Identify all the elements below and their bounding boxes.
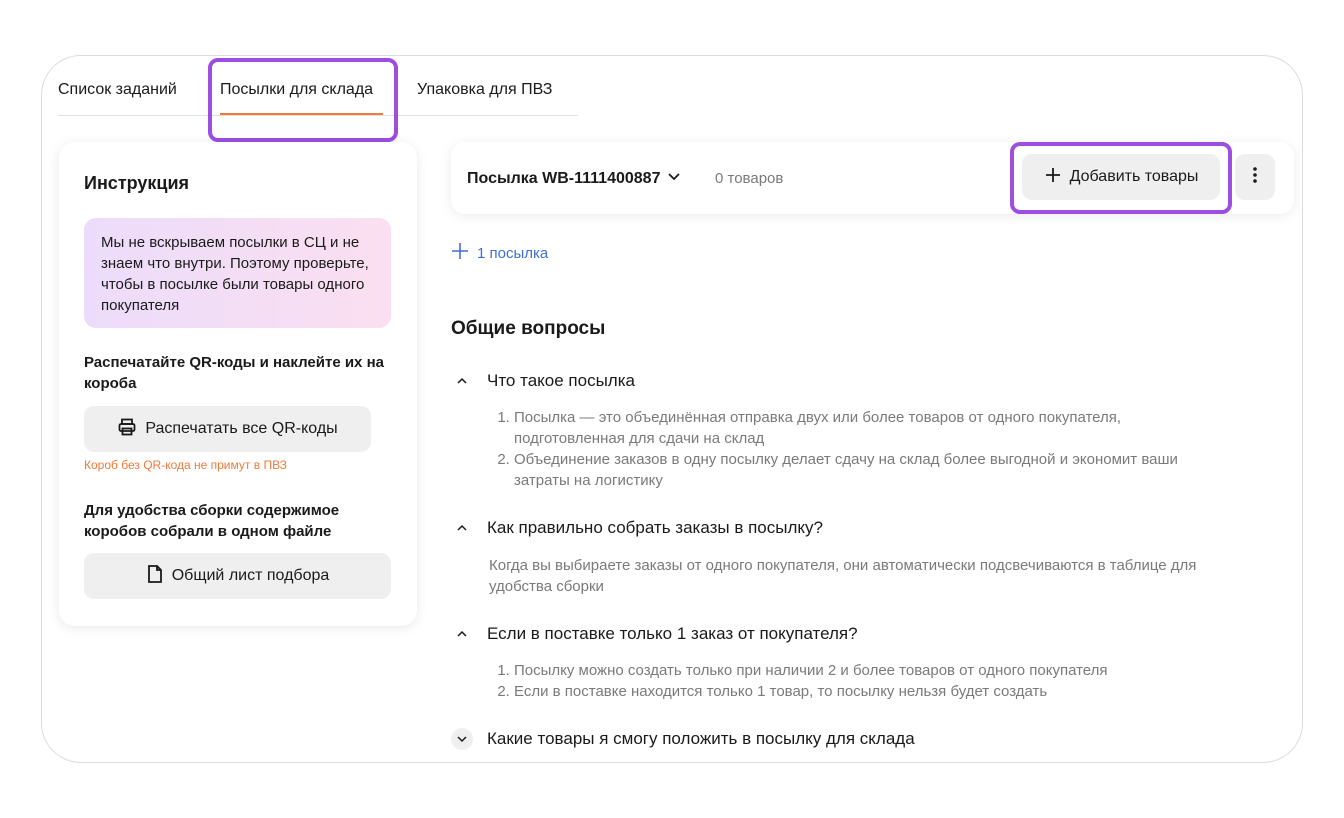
- print-qr-button[interactable]: Распечатать все QR-коды: [84, 406, 371, 452]
- faq-question[interactable]: Что такое посылка: [451, 370, 635, 392]
- print-qr-label: Распечатать все QR-коды: [145, 420, 338, 437]
- parcel-name: Посылка WB-1111400887: [467, 169, 661, 187]
- instruction-card: Инструкция Мы не вскрываем посылки в СЦ …: [59, 142, 417, 626]
- faq-question[interactable]: Какие товары я смогу положить в посылку …: [451, 728, 915, 750]
- faq-answer-text: Когда вы выбираете заказы от одного поку…: [489, 557, 1197, 595]
- active-tab-indicator: [220, 113, 383, 115]
- faq-title: Общие вопросы: [451, 318, 606, 339]
- more-options-button[interactable]: [1235, 154, 1275, 200]
- plus-icon: [451, 242, 469, 264]
- parcel-selector[interactable]: Посылка WB-1111400887: [467, 168, 682, 189]
- tab-task-list[interactable]: Список заданий: [58, 81, 177, 99]
- chevron-up-icon: [451, 623, 473, 645]
- chevron-up-icon: [451, 517, 473, 539]
- picklist-button[interactable]: Общий лист подбора: [84, 553, 391, 599]
- faq-question-text: Какие товары я смогу положить в посылку …: [487, 729, 915, 748]
- add-items-label: Добавить товары: [1069, 168, 1199, 185]
- tab-pvz-packaging[interactable]: Упаковка для ПВЗ: [417, 81, 552, 99]
- main-panel: Список заданий Посылки для склада Упаков…: [41, 55, 1303, 763]
- faq-answer-item: Посылка — это объединённая отправка двух…: [514, 407, 1229, 449]
- tab-bar: Список заданий Посылки для склада Упаков…: [58, 56, 578, 116]
- faq-answer-item: Объединение заказов в одну посылку делае…: [514, 449, 1229, 491]
- more-vertical-icon: [1253, 166, 1257, 188]
- faq-question[interactable]: Если в поставке только 1 заказ от покупа…: [451, 623, 858, 645]
- faq-question[interactable]: Как правильно собрать заказы в посылку?: [451, 517, 823, 539]
- qr-warning: Короб без QR-кода не примут в ПВЗ: [84, 458, 287, 472]
- parcel-item-count: 0 товаров: [715, 170, 784, 187]
- faq-question-text: Что такое посылка: [487, 371, 635, 390]
- faq-answer-item: Если в поставке находится только 1 товар…: [514, 681, 1229, 702]
- faq-answer: Когда вы выбираете заказы от одного поку…: [489, 555, 1229, 597]
- picklist-label: Общий лист подбора: [171, 567, 330, 584]
- add-parcel-label: 1 посылка: [477, 244, 549, 262]
- picklist-step-heading: Для удобства сборки содержимое коробов с…: [84, 502, 340, 540]
- instruction-title: Инструкция: [84, 173, 190, 193]
- faq-question-text: Как правильно собрать заказы в посылку?: [487, 518, 823, 537]
- tab-warehouse-parcels[interactable]: Посылки для склада: [220, 81, 373, 99]
- chevron-down-icon: [666, 168, 682, 189]
- printer-icon: [117, 417, 137, 442]
- document-icon: [146, 564, 164, 589]
- add-items-button[interactable]: Добавить товары: [1022, 154, 1220, 200]
- faq-answer-item: Посылку можно создать только при наличии…: [514, 660, 1229, 681]
- print-step-heading: Распечатайте QR-коды и наклейте их на ко…: [84, 354, 384, 392]
- instruction-notice: Мы не вскрываем посылки в СЦ и не знаем …: [84, 218, 391, 328]
- add-parcel-link[interactable]: 1 посылка: [451, 242, 548, 264]
- chevron-down-icon: [451, 728, 473, 750]
- faq-question-text: Если в поставке только 1 заказ от покупа…: [487, 624, 858, 643]
- faq-answer: Посылку можно создать только при наличии…: [489, 660, 1229, 702]
- chevron-up-icon: [451, 370, 473, 392]
- faq-answer: Посылка — это объединённая отправка двух…: [489, 407, 1229, 491]
- parcel-bar: Посылка WB-1111400887 0 товаров Добавить…: [451, 142, 1294, 214]
- plus-icon: [1044, 166, 1062, 189]
